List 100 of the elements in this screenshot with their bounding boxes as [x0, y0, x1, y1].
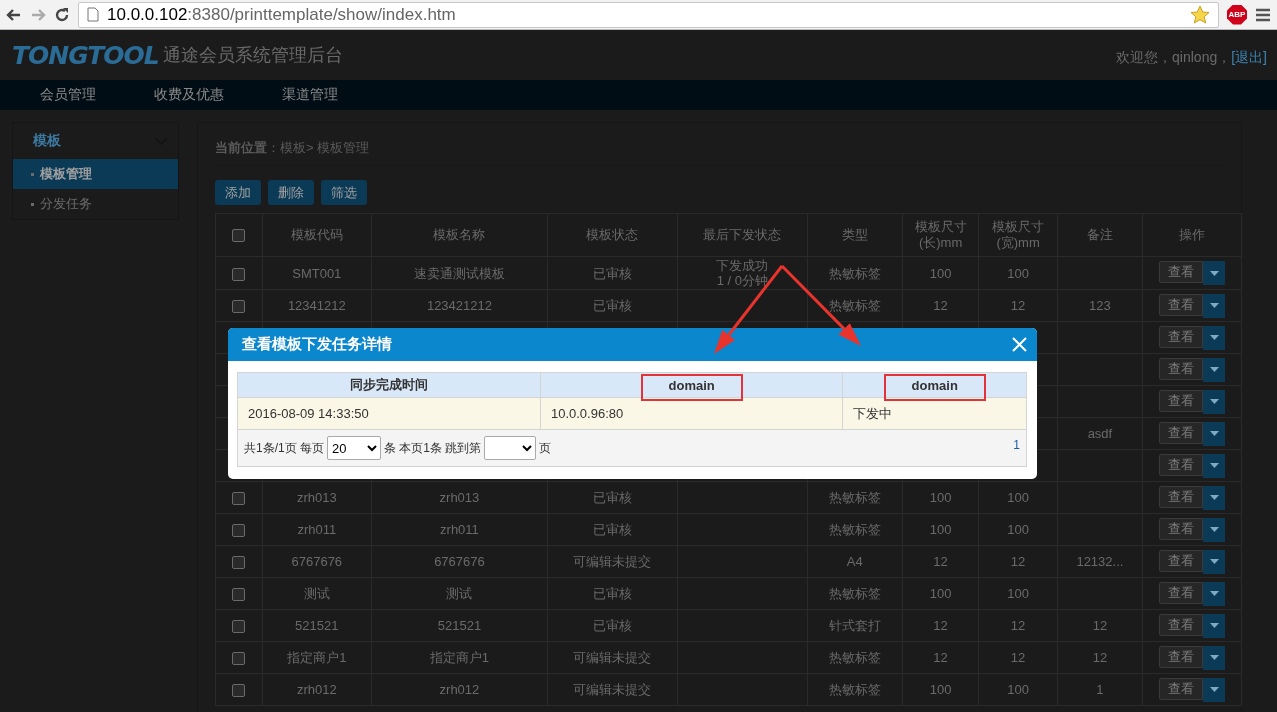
- nav-item[interactable]: 渠道管理: [282, 86, 338, 104]
- column-header: 模板代码: [290, 227, 343, 242]
- view-button[interactable]: 查看: [1159, 645, 1203, 668]
- table-cell: 100: [929, 265, 952, 281]
- menu-icon[interactable]: [1255, 7, 1271, 22]
- checkbox[interactable]: [232, 620, 246, 634]
- caret-icon: [1209, 303, 1219, 308]
- table-cell: asdf: [1087, 426, 1113, 441]
- page-icon: [87, 7, 99, 22]
- dropdown-button[interactable]: [1203, 261, 1225, 285]
- table-cell: 热敏标签: [828, 490, 881, 505]
- table-cell: 下发成功 1 / 0分钟: [716, 258, 769, 288]
- table-cell: 12: [1010, 650, 1026, 665]
- view-button[interactable]: 查看: [1159, 581, 1203, 604]
- caret-icon: [1209, 399, 1219, 404]
- sidebar-item[interactable]: 分发任务: [13, 189, 178, 219]
- table-cell: 已审核: [593, 298, 632, 313]
- view-button[interactable]: 查看: [1159, 357, 1203, 380]
- caret-icon: [1209, 623, 1219, 628]
- dropdown-button[interactable]: [1203, 677, 1225, 702]
- table-cell: 12: [1010, 298, 1026, 313]
- pager-text: 页: [539, 439, 552, 457]
- column-header: 最后下发状态: [703, 227, 782, 242]
- dropdown-button[interactable]: [1203, 453, 1225, 478]
- star-icon[interactable]: [1190, 4, 1210, 25]
- nav-item[interactable]: 会员管理: [40, 86, 96, 104]
- column-header: 模板状态: [586, 227, 639, 242]
- view-button[interactable]: 查看: [1159, 421, 1203, 444]
- table-cell: 已审核: [593, 618, 632, 633]
- nav-item[interactable]: 收费及优惠: [154, 86, 224, 104]
- column-header: 类型: [841, 227, 868, 242]
- dropdown-button[interactable]: [1203, 325, 1225, 350]
- table-cell: zrh011: [440, 522, 479, 537]
- dropdown-button[interactable]: [1203, 549, 1225, 574]
- page-link[interactable]: 1: [1013, 438, 1020, 452]
- view-button[interactable]: 查看: [1159, 453, 1203, 476]
- dropdown-button[interactable]: [1203, 293, 1225, 318]
- back-icon[interactable]: [6, 6, 22, 23]
- view-button[interactable]: 查看: [1159, 549, 1203, 572]
- view-button[interactable]: 查看: [1159, 389, 1203, 412]
- table-cell: 6767676: [291, 554, 343, 569]
- toolbar-button[interactable]: 删除: [268, 180, 314, 205]
- column-header: 备注: [1086, 227, 1113, 242]
- checkbox[interactable]: [232, 229, 246, 243]
- table-cell: A4: [846, 554, 863, 569]
- page-jump-select[interactable]: [484, 436, 537, 460]
- table-cell: 100: [929, 682, 952, 697]
- view-button[interactable]: 查看: [1159, 613, 1203, 636]
- column-header: 操作: [1179, 227, 1205, 242]
- checkbox[interactable]: [232, 492, 246, 506]
- table-cell: 12: [933, 298, 948, 313]
- checkbox[interactable]: [232, 524, 246, 538]
- dropdown-button[interactable]: [1203, 485, 1225, 510]
- close-icon: [1012, 337, 1027, 352]
- table-cell: zrh011: [297, 522, 337, 537]
- view-button[interactable]: 查看: [1159, 325, 1203, 348]
- view-button[interactable]: 查看: [1159, 677, 1203, 700]
- column-header: 同步完成时间: [349, 377, 428, 392]
- view-button[interactable]: 查看: [1159, 261, 1203, 283]
- sidebar-item[interactable]: 模板管理: [13, 159, 178, 189]
- table-cell: 100: [1007, 586, 1029, 601]
- dropdown-button[interactable]: [1203, 581, 1225, 606]
- reload-icon[interactable]: [54, 6, 70, 23]
- caret-icon: [1209, 270, 1219, 276]
- checkbox[interactable]: [232, 267, 246, 281]
- caret-icon: [1209, 591, 1219, 596]
- dropdown-button[interactable]: [1203, 357, 1225, 382]
- checkbox[interactable]: [232, 588, 246, 602]
- toolbar-button[interactable]: 添加: [215, 180, 261, 205]
- caret-icon: [1209, 527, 1219, 532]
- checkbox[interactable]: [232, 684, 246, 698]
- close-button[interactable]: [1012, 337, 1027, 352]
- view-button[interactable]: 查看: [1159, 517, 1203, 540]
- checkbox[interactable]: [232, 300, 246, 314]
- table-cell: 可编辑未提交: [573, 554, 652, 569]
- table-cell: 1: [1096, 682, 1104, 697]
- table-cell: 12132...: [1076, 554, 1124, 569]
- logout-link[interactable]: [退出]: [1231, 49, 1267, 67]
- address-bar[interactable]: 10.0.0.102:8380/printtemplate/show/index.htm: [78, 1, 1219, 28]
- view-button[interactable]: 查看: [1159, 293, 1203, 316]
- table-cell: 12341212: [287, 298, 346, 313]
- table-cell: 12: [933, 554, 948, 569]
- dropdown-button[interactable]: [1203, 645, 1225, 670]
- table-cell: 可编辑未提交: [573, 650, 652, 665]
- table-cell: 热敏标签: [828, 522, 881, 537]
- checkbox[interactable]: [232, 652, 246, 666]
- pager-text: 条 本页1条 跳到第: [384, 439, 482, 457]
- url-text: 10.0.0.102:8380/printtemplate/show/index.htm: [107, 4, 456, 25]
- view-button[interactable]: 查看: [1159, 485, 1203, 508]
- table-cell: 速卖通测试模板: [413, 265, 505, 281]
- dropdown-button[interactable]: [1203, 421, 1225, 446]
- extension-icon[interactable]: ABP: [1227, 4, 1247, 25]
- dropdown-button[interactable]: [1203, 517, 1225, 542]
- toolbar-button[interactable]: 筛选: [321, 180, 367, 205]
- checkbox[interactable]: [232, 556, 246, 570]
- dropdown-button[interactable]: [1203, 613, 1225, 638]
- page-size-select[interactable]: 20: [327, 436, 381, 460]
- table-cell: 100: [1007, 522, 1029, 537]
- table-cell: 热敏标签: [828, 650, 881, 665]
- dropdown-button[interactable]: [1203, 389, 1225, 414]
